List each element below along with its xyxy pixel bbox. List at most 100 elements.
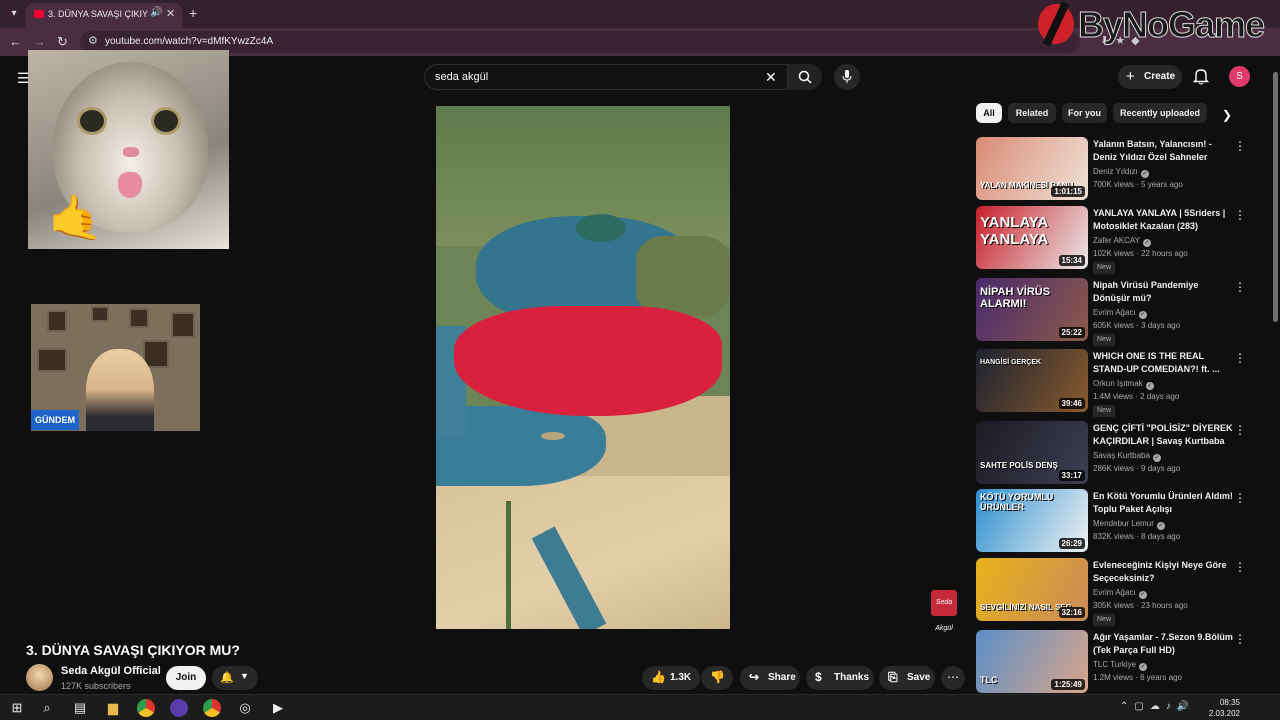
recommendation-item[interactable]: SAHTE POLİS DENŞ 33:17 GENÇ ÇİFTİ "POLİSİZ… — [976, 421, 1261, 485]
bell-icon[interactable] — [1193, 68, 1209, 85]
video-thumbnail[interactable]: SAHTE POLİS DENŞ 33:17 — [976, 421, 1088, 484]
recommendation-meta: 605K views · 3 days ago — [1093, 321, 1181, 330]
recommendation-title[interactable]: GENÇ ÇİFTİ "POLİSİZ" DİYEREK KAÇIRDILAR … — [1093, 422, 1233, 449]
tab-search-icon[interactable]: ▾ — [6, 6, 22, 22]
video-thumbnail[interactable]: KÖTÜ YORUMLU ÜRÜNLER 26:29 — [976, 489, 1088, 552]
recommendation-channel[interactable]: Deniz Yıldızı ✓ — [1093, 167, 1149, 178]
recommendation-channel[interactable]: TLC Turkiye ✓ — [1093, 660, 1148, 671]
more-options-icon[interactable]: ⋮ — [1234, 351, 1246, 365]
call-me-hand-icon: 🤙 — [48, 194, 103, 243]
tab-title: 3. DÜNYA SAVAŞI ÇIKIYOR MU? — [48, 9, 148, 19]
app-icon[interactable] — [170, 699, 188, 717]
chip-all[interactable]: All — [976, 103, 1002, 123]
search-icon[interactable]: ⌕ — [38, 699, 56, 717]
screen: ▾ 3. DÜNYA SAVAŞI ÇIKIYOR MU? 🔊 ✕ + ← → … — [0, 0, 1280, 720]
video-thumbnail[interactable]: SEVGİLİNİZİ NASIL SEÇ 32:16 — [976, 558, 1088, 621]
recommendation-title[interactable]: Yalanın Batsın, Yalancısın! - Deniz Yıld… — [1093, 138, 1233, 164]
chip-for-you[interactable]: For you — [1062, 103, 1107, 123]
more-options-icon[interactable]: ⋮ — [1234, 632, 1246, 646]
more-actions-button[interactable]: ⋯ — [941, 666, 965, 690]
browser-tab[interactable]: 3. DÜNYA SAVAŞI ÇIKIYOR MU? 🔊 ✕ — [26, 3, 182, 28]
recommendation-title[interactable]: Ağır Yaşamlar - 7.Sezon 9.Bölüm (Tek Par… — [1093, 631, 1233, 657]
create-button[interactable]: + Create — [1118, 65, 1182, 89]
recommendation-channel[interactable]: Savaş Kurtbaba ✓ — [1093, 451, 1161, 462]
thanks-button[interactable]: $ Thanks — [806, 666, 874, 690]
reload-icon[interactable]: ↻ — [57, 34, 68, 50]
recommendation-item[interactable]: YALAN MAKİNESİ BANU 1:01:15 Yalanın Batsın… — [976, 137, 1261, 201]
verified-icon: ✓ — [1156, 522, 1165, 530]
recommendation-channel[interactable]: Zafer AKCAY ✓ — [1093, 236, 1151, 247]
dislike-button[interactable]: 👎 — [701, 666, 733, 690]
obs-icon[interactable]: ◎ — [236, 699, 254, 717]
subscriber-count: 127K subscribers — [61, 681, 131, 691]
forward-icon[interactable]: → — [33, 34, 46, 49]
chrome-active-icon[interactable] — [203, 699, 221, 717]
recommendation-title[interactable]: Evleneceğiniz Kişiyi Neye Göre Seçeceksi… — [1093, 559, 1233, 585]
save-button[interactable]: ⎘ Save — [879, 666, 935, 690]
back-icon[interactable]: ← — [9, 34, 22, 49]
video-player[interactable] — [436, 106, 730, 629]
recommendation-channel[interactable]: Mendebur Lemur ✓ — [1093, 519, 1165, 530]
video-thumbnail[interactable]: YALAN MAKİNESİ BANU 1:01:15 — [976, 137, 1088, 200]
account-avatar[interactable]: S — [1229, 66, 1250, 87]
recommendation-item[interactable]: TLC 1:25:49 Ağır Yaşamlar - 7.Sezon 9.Bölü… — [976, 630, 1261, 694]
chip-recently-uploaded[interactable]: Recently uploaded — [1113, 103, 1207, 123]
recommendation-title[interactable]: YANLAYA YANLAYA | 5Sriders | Motosiklet … — [1093, 207, 1233, 233]
channel-name: Zafer AKCAY — [1093, 236, 1140, 245]
channel-avatar[interactable] — [26, 664, 53, 691]
recommendation-title[interactable]: Nipah Virüsü Pandemiye Dönüşür mü? — [1093, 279, 1233, 305]
video-thumbnail[interactable]: HANGİSİ GERÇEK 39:46 — [976, 349, 1088, 412]
video-thumbnail[interactable]: YANLAYA YANLAYA 15:34 — [976, 206, 1088, 269]
map-turkey-highlight — [454, 306, 722, 416]
folder-icon[interactable]: ▆ — [104, 699, 122, 717]
chevron-right-icon[interactable]: ❯ — [1222, 108, 1232, 122]
more-options-icon[interactable]: ⋮ — [1234, 139, 1246, 153]
task-view-icon[interactable]: ▤ — [71, 699, 89, 717]
recommendation-item[interactable]: HANGİSİ GERÇEK 39:46 WHICH ONE IS THE REAL… — [976, 349, 1261, 417]
recommendation-item[interactable]: SEVGİLİNİZİ NASIL SEÇ 32:16 Evleneceğiniz … — [976, 558, 1261, 626]
clock-time: 08:35 — [1219, 698, 1240, 707]
channel-watermark[interactable]: Seda Akgül — [931, 590, 957, 632]
cat-tongue — [118, 172, 142, 198]
chrome-icon[interactable] — [137, 699, 155, 717]
voice-search-button[interactable] — [834, 64, 860, 90]
clock[interactable]: 08:35 2.03.202 — [1206, 697, 1240, 719]
scrollbar-thumb[interactable] — [1273, 72, 1278, 322]
more-options-icon[interactable]: ⋮ — [1234, 491, 1246, 505]
video-thumbnail[interactable]: TLC 1:25:49 — [976, 630, 1088, 693]
recommendation-channel[interactable]: Orkun Işıtmak ✓ — [1093, 379, 1154, 390]
address-bar[interactable]: ⚙ youtube.com/watch?v=dMfKYwzZc4A — [80, 31, 1080, 53]
share-button[interactable]: ↪ Share — [740, 666, 800, 690]
clear-search-icon[interactable]: ✕ — [765, 69, 777, 86]
scrollbar[interactable] — [1270, 60, 1280, 700]
recommendation-channel[interactable]: Evrim Ağacı ✓ — [1093, 588, 1147, 599]
app-icon[interactable]: ▶ — [269, 699, 287, 717]
close-tab-icon[interactable]: ✕ — [166, 7, 175, 20]
speaker-icon[interactable]: 🔊 — [150, 7, 162, 18]
more-options-icon[interactable]: ⋮ — [1234, 560, 1246, 574]
video-thumbnail[interactable]: NİPAH VİRÜS ALARMI! 25:22 — [976, 278, 1088, 341]
more-options-icon[interactable]: ⋮ — [1234, 208, 1246, 222]
search-box[interactable]: seda akgül ✕ — [424, 64, 822, 90]
search-button[interactable] — [787, 64, 822, 90]
system-tray[interactable]: ⌃▢☁♪🔊 — [1120, 701, 1195, 712]
recommendation-item[interactable]: YANLAYA YANLAYA 15:34 YANLAYA YANLAYA | 5S… — [976, 206, 1261, 274]
more-options-icon[interactable]: ⋮ — [1234, 423, 1246, 437]
recommendation-item[interactable]: NİPAH VİRÜS ALARMI! 25:22 Nipah Virüsü Pan… — [976, 278, 1261, 346]
recommendation-channel[interactable]: Evrim Ağacı ✓ — [1093, 308, 1147, 319]
recommendation-title[interactable]: En Kötü Yorumlu Ürünleri Aldım! Toplu Pa… — [1093, 490, 1233, 516]
recommendation-item[interactable]: KÖTÜ YORUMLU ÜRÜNLER 26:29 En Kötü Yorumlu… — [976, 489, 1261, 553]
recommendation-meta: 1.2M views · 6 years ago — [1093, 673, 1182, 682]
subscription-bell-button[interactable]: 🔔 ▼ — [212, 666, 258, 690]
new-tab-button[interactable]: + — [189, 5, 197, 21]
more-options-icon[interactable]: ⋮ — [1234, 280, 1246, 294]
windows-icon[interactable]: ⊞ — [8, 699, 26, 717]
site-info-icon[interactable]: ⚙ — [88, 34, 98, 47]
join-button[interactable]: Join — [166, 666, 206, 690]
channel-name[interactable]: Seda Akgül Official — [61, 665, 161, 677]
search-input[interactable]: seda akgül — [435, 71, 488, 83]
chip-related[interactable]: Related — [1008, 103, 1056, 123]
recommendation-title[interactable]: WHICH ONE IS THE REAL STAND-UP COMEDIAN?… — [1093, 350, 1233, 376]
like-button[interactable]: 👍 1.3K — [642, 666, 700, 690]
video-duration: 1:01:15 — [1051, 186, 1085, 197]
